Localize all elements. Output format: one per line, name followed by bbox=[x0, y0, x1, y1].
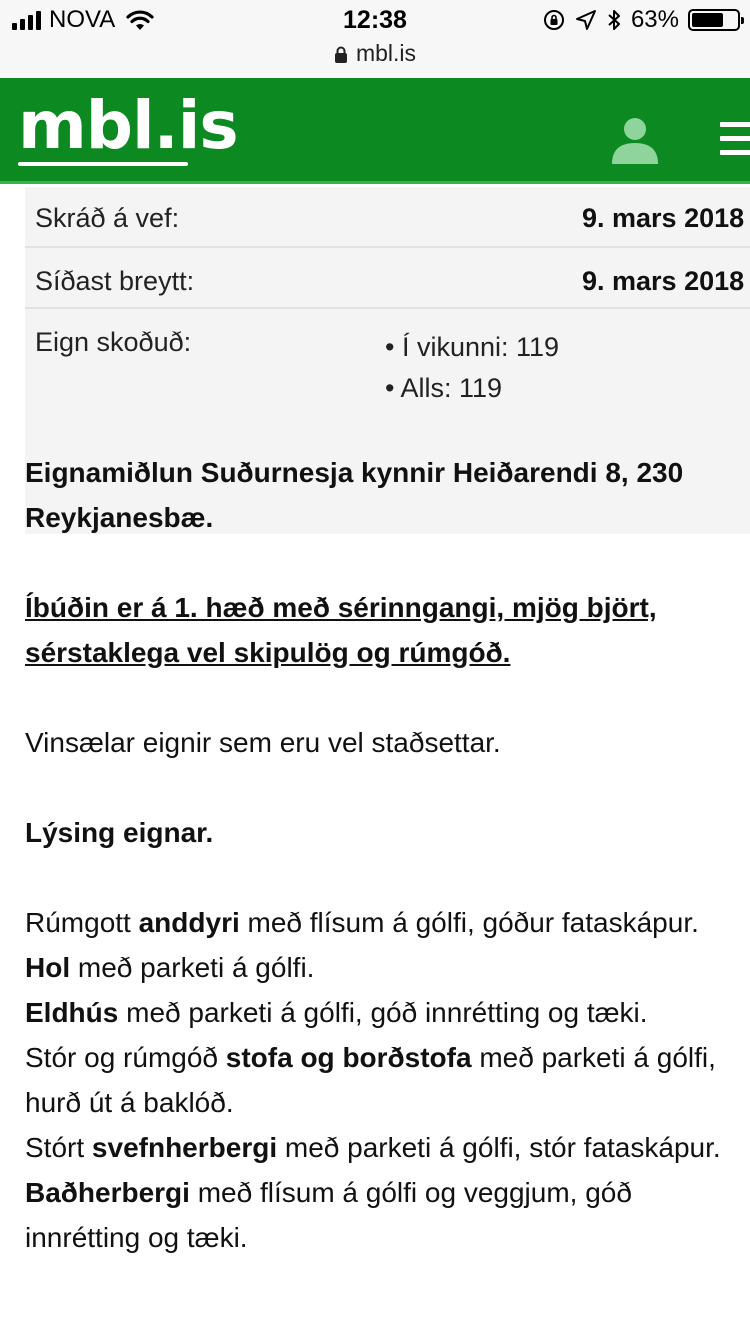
info-label: Skráð á vef: bbox=[35, 203, 180, 233]
battery-percent: 63% bbox=[630, 6, 679, 33]
site-logo[interactable]: mbl.is bbox=[18, 90, 239, 162]
user-icon[interactable] bbox=[610, 114, 660, 164]
description-line: Rúmgott anddyri með flísum á gólfi, góðu… bbox=[25, 907, 699, 938]
property-description: Eignamiðlun Suðurnesja kynnir Heiðarendi… bbox=[25, 450, 745, 1260]
description-line: Eldhús með parketi á gólfi, góð innrétti… bbox=[25, 997, 648, 1028]
status-bar: NOVA 12:38 mbl.is 63% bbox=[0, 0, 750, 78]
intro-text: Eignamiðlun Suðurnesja kynnir Heiðarendi… bbox=[25, 457, 684, 533]
location-icon bbox=[575, 10, 596, 30]
info-row-registered: Skráð á vef: 9. mars 2018 bbox=[25, 187, 750, 248]
battery-icon bbox=[688, 9, 744, 31]
description-line: Baðherbergi með flísum á gólfi og veggju… bbox=[25, 1177, 632, 1253]
status-right: 63% bbox=[542, 6, 744, 34]
views-list: Í vikunni: 119 Alls: 119 bbox=[385, 327, 559, 409]
views-week: Í vikunni: 119 bbox=[385, 327, 559, 368]
info-label: Eign skoðuð: bbox=[35, 327, 192, 357]
menu-icon[interactable] bbox=[720, 122, 750, 156]
views-total: Alls: 119 bbox=[385, 368, 559, 409]
description-line: Hol með parketi á gólfi. bbox=[25, 952, 315, 983]
url-text: mbl.is bbox=[355, 40, 417, 66]
lock-icon bbox=[334, 46, 347, 63]
logo-underline bbox=[18, 162, 188, 166]
description-line: Stórt svefnherbergi með parketi á gólfi,… bbox=[25, 1132, 721, 1163]
info-value: 9. mars 2018 bbox=[582, 266, 745, 296]
description-line: Stór og rúmgóð stofa og borðstofa með pa… bbox=[25, 1042, 716, 1118]
orientation-lock-icon bbox=[543, 10, 564, 30]
highlight-text: Íbúðin er á 1. hæð með sérinngangi, mjög… bbox=[25, 592, 657, 668]
bluetooth-icon bbox=[608, 10, 620, 30]
tagline-text: Vinsælar eignir sem eru vel staðsettar. bbox=[25, 727, 501, 758]
site-header: mbl.is bbox=[0, 78, 750, 184]
section-title: Lýsing eignar. bbox=[25, 817, 214, 848]
info-label: Síðast breytt: bbox=[35, 266, 195, 296]
address-bar[interactable]: mbl.is bbox=[0, 40, 750, 67]
info-row-updated: Síðast breytt: 9. mars 2018 bbox=[25, 248, 750, 309]
info-value: 9. mars 2018 bbox=[582, 203, 745, 233]
